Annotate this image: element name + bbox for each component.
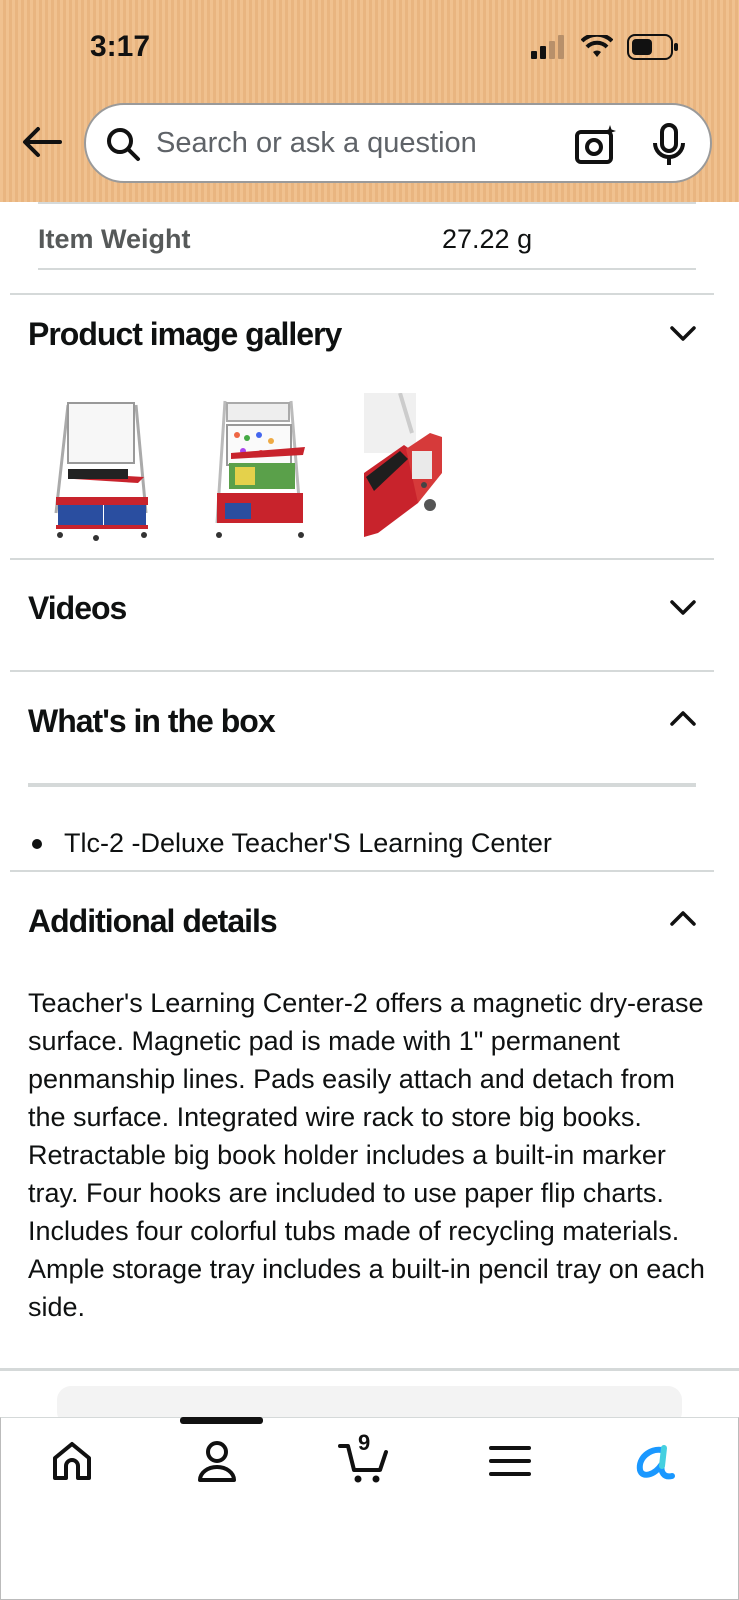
chevron-up-icon[interactable] xyxy=(667,902,699,934)
divider xyxy=(38,202,696,204)
bullet-icon xyxy=(32,838,42,849)
cart-count-badge: 9 xyxy=(358,1430,371,1455)
divider xyxy=(38,268,696,270)
section-divider xyxy=(10,870,714,872)
home-icon[interactable] xyxy=(47,1436,97,1486)
active-tab-indicator xyxy=(180,1417,263,1424)
item-weight-value: 27.22 g xyxy=(442,224,533,254)
search-input[interactable]: Search or ask a question xyxy=(84,103,712,183)
details-description: Teacher's Learning Center-2 offers a mag… xyxy=(28,988,705,1322)
gallery-section-title[interactable]: Product image gallery xyxy=(28,316,342,353)
section-divider xyxy=(10,670,714,672)
box-item-text: Tlc-2 -Deluxe Teacher'S Learning Center xyxy=(64,828,552,858)
account-icon[interactable] xyxy=(192,1436,242,1486)
back-arrow-icon[interactable] xyxy=(20,120,64,164)
battery-icon xyxy=(627,34,678,60)
item-weight-label: Item Weight xyxy=(38,224,191,254)
divider xyxy=(28,783,696,787)
gallery-thumbnail-2[interactable] xyxy=(205,393,315,551)
menu-icon[interactable] xyxy=(485,1436,535,1486)
gallery-thumbnail-1[interactable] xyxy=(46,393,156,551)
status-time: 3:17 xyxy=(90,30,151,63)
wifi-icon xyxy=(581,35,613,57)
box-section-title[interactable]: What's in the box xyxy=(28,703,276,740)
cart-button[interactable]: 9 xyxy=(338,1430,394,1486)
search-placeholder: Search or ask a question xyxy=(156,127,477,159)
signal-icon xyxy=(531,35,564,59)
details-section-title[interactable]: Additional details xyxy=(28,903,278,940)
chevron-up-icon[interactable] xyxy=(667,702,699,734)
videos-section-title[interactable]: Videos xyxy=(28,590,127,627)
search-icon xyxy=(107,128,140,161)
section-divider xyxy=(10,293,714,295)
chevron-down-icon[interactable] xyxy=(667,592,699,624)
camera-icon[interactable] xyxy=(574,123,618,167)
list-item: Tlc-2 -Deluxe Teacher'S Learning Center xyxy=(32,828,552,859)
section-divider xyxy=(0,1368,739,1371)
status-icons xyxy=(531,34,679,60)
chevron-down-icon[interactable] xyxy=(667,318,699,350)
mic-icon[interactable] xyxy=(650,123,690,167)
gallery-thumbnail-3[interactable] xyxy=(360,393,470,551)
rufus-icon[interactable] xyxy=(632,1436,682,1486)
section-divider xyxy=(10,558,714,560)
top-header: 3:17 Search or ask a question xyxy=(0,0,739,202)
